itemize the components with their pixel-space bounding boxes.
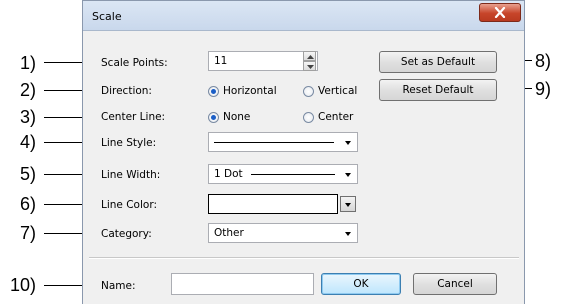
- line-style-sample: [214, 142, 334, 143]
- category-select[interactable]: Other: [208, 223, 358, 243]
- callout-4: 4): [20, 132, 37, 152]
- chevron-down-icon: [345, 232, 351, 236]
- callout-1: 1): [20, 53, 37, 73]
- category-value: Other: [214, 227, 244, 239]
- chevron-down-icon: [345, 203, 351, 207]
- center-line-center-radio[interactable]: [303, 112, 314, 123]
- direction-vertical-label[interactable]: Vertical: [318, 85, 357, 97]
- line-color-swatch[interactable]: [208, 194, 338, 214]
- separator: [89, 257, 519, 259]
- direction-horizontal-label[interactable]: Horizontal: [223, 85, 277, 97]
- line-style-label: Line Style:: [101, 137, 157, 149]
- title-bar: Scale: [83, 1, 524, 31]
- callout-5: 5): [20, 164, 37, 184]
- scale-points-spinner[interactable]: [303, 51, 316, 71]
- close-icon: [494, 7, 506, 18]
- spin-down-button[interactable]: [303, 61, 316, 71]
- line-width-select[interactable]: 1 Dot: [208, 164, 358, 184]
- direction-vertical-radio[interactable]: [303, 86, 314, 97]
- category-label: Category:: [101, 228, 152, 240]
- callout-7: 7): [20, 223, 37, 243]
- ok-button[interactable]: OK: [321, 273, 401, 295]
- chevron-down-icon: [345, 173, 351, 177]
- callout-2: 2): [20, 80, 37, 100]
- line-width-value: 1 Dot: [214, 168, 243, 180]
- line-width-sample: [251, 174, 335, 175]
- scale-points-input[interactable]: 11: [208, 51, 318, 71]
- line-style-select[interactable]: [208, 132, 358, 152]
- callout-10: 10): [10, 275, 37, 295]
- line-color-label: Line Color:: [101, 199, 157, 211]
- center-line-none-label[interactable]: None: [223, 111, 250, 123]
- callout-3: 3): [20, 107, 37, 127]
- callout-6: 6): [20, 194, 37, 214]
- center-line-none-radio[interactable]: [208, 112, 219, 123]
- direction-label: Direction:: [101, 85, 152, 97]
- dialog-title: Scale: [92, 10, 122, 23]
- reset-default-button[interactable]: Reset Default: [379, 79, 497, 101]
- chevron-down-icon: [345, 141, 351, 145]
- scale-points-label: Scale Points:: [101, 57, 168, 69]
- scale-dialog: Scale Scale Points: 11 Direction: Horizo…: [82, 0, 525, 304]
- callout-9: 9): [535, 79, 552, 99]
- direction-horizontal-radio[interactable]: [208, 86, 219, 97]
- arrow-up-icon: [307, 55, 314, 59]
- callout-8: 8): [535, 51, 552, 71]
- spin-up-button[interactable]: [303, 51, 316, 61]
- set-as-default-button[interactable]: Set as Default: [379, 51, 497, 73]
- name-input[interactable]: [171, 273, 314, 295]
- center-line-label: Center Line:: [101, 111, 166, 123]
- arrow-down-icon: [307, 65, 314, 69]
- line-width-label: Line Width:: [101, 169, 161, 181]
- close-button[interactable]: [479, 3, 521, 22]
- cancel-button[interactable]: Cancel: [413, 273, 497, 295]
- line-color-dropdown-button[interactable]: [340, 196, 356, 212]
- center-line-center-label[interactable]: Center: [318, 111, 353, 123]
- name-label: Name:: [101, 280, 136, 292]
